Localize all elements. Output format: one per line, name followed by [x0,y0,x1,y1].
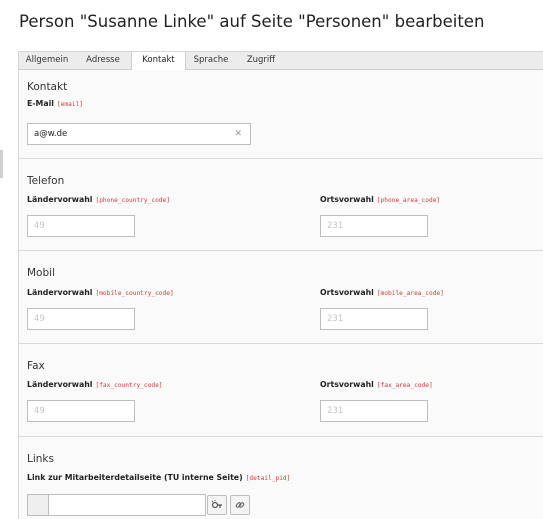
close-icon[interactable]: ✕ [234,124,242,144]
tab-sprache[interactable]: Sprache [186,52,236,70]
tab-kontakt[interactable]: Kontakt [131,52,186,71]
fax-area-input[interactable]: 231 [320,400,428,422]
section-title-mobil: Mobil [27,267,55,279]
mobile-country-field-key: [mobile_country_code] [95,290,174,297]
fax-country-label: Ländervorwahl [fax_country_code] [27,380,163,389]
email-input[interactable]: a@w.de ✕ [27,123,251,145]
fax-area-label-text: Ortsvorwahl [320,380,374,389]
email-label-text: E-Mail [27,99,54,108]
link-wizard-icon[interactable] [207,495,227,515]
phone-area-field-key: [phone_area_code] [376,197,441,204]
tab-bar: Allgemein Adresse Kontakt Sprache Zugrif… [18,51,543,71]
tab-zugriff[interactable]: Zugriff [236,52,286,70]
section-fax: Fax Ländervorwahl [fax_country_code] 49 O… [19,344,543,437]
left-edge-marker [0,150,3,178]
page-title: Person "Susanne Linke" auf Seite "Person… [19,12,485,31]
phone-country-field-key: [phone_country_code] [95,197,170,204]
section-title-fax: Fax [27,360,45,372]
phone-country-label: Ländervorwahl [phone_country_code] [27,195,170,204]
link-input-addon [27,494,49,516]
mobile-country-label-text: Ländervorwahl [27,288,93,297]
section-links: Links Link zur Mitarbeiterdetailseite (T… [19,437,543,519]
detail-pid-field-key: [detail_pid] [245,475,291,482]
chain-link-icon[interactable] [230,495,250,515]
mobile-area-label-text: Ortsvorwahl [320,288,374,297]
email-label: E-Mail [email] [27,99,83,108]
detail-pid-label-text: Link zur Mitarbeiterdetailseite (TU inte… [27,473,243,482]
fax-country-placeholder: 49 [34,406,45,416]
phone-country-placeholder: 49 [34,221,45,231]
mobile-country-input[interactable]: 49 [27,308,135,330]
fax-country-field-key: [fax_country_code] [95,382,163,389]
phone-area-label-text: Ortsvorwahl [320,195,374,204]
fax-area-placeholder: 231 [327,406,344,416]
mobile-country-placeholder: 49 [34,314,45,324]
tab-adresse[interactable]: Adresse [75,52,131,70]
detail-pid-label: Link zur Mitarbeiterdetailseite (TU inte… [27,473,290,482]
mobile-area-label: Ortsvorwahl [mobile_area_code] [320,288,444,297]
section-title-links: Links [27,453,54,465]
detail-pid-input[interactable] [48,494,206,516]
phone-country-label-text: Ländervorwahl [27,195,93,204]
section-title-telefon: Telefon [27,175,65,187]
section-title-kontakt: Kontakt [27,81,68,93]
section-kontakt: Kontakt E-Mail [email] a@w.de ✕ [19,70,543,159]
section-telefon: Telefon Ländervorwahl [phone_country_code… [19,159,543,251]
mobile-area-placeholder: 231 [327,314,344,324]
mobile-area-field-key: [mobile_area_code] [376,290,444,297]
phone-country-input[interactable]: 49 [27,215,135,237]
phone-area-label: Ortsvorwahl [phone_area_code] [320,195,440,204]
fax-area-label: Ortsvorwahl [fax_area_code] [320,380,433,389]
email-field-key: [email] [56,101,84,108]
form-content: Kontakt E-Mail [email] a@w.de ✕ Telefon L… [18,70,543,519]
section-mobil: Mobil Ländervorwahl [mobile_country_code]… [19,251,543,344]
fax-area-field-key: [fax_area_code] [376,382,433,389]
mobile-area-input[interactable]: 231 [320,308,428,330]
tab-allgemein[interactable]: Allgemein [19,52,75,70]
phone-area-input[interactable]: 231 [320,215,428,237]
phone-area-placeholder: 231 [327,221,344,231]
mobile-country-label: Ländervorwahl [mobile_country_code] [27,288,174,297]
fax-country-label-text: Ländervorwahl [27,380,93,389]
fax-country-input[interactable]: 49 [27,400,135,422]
email-value: a@w.de [34,129,68,139]
